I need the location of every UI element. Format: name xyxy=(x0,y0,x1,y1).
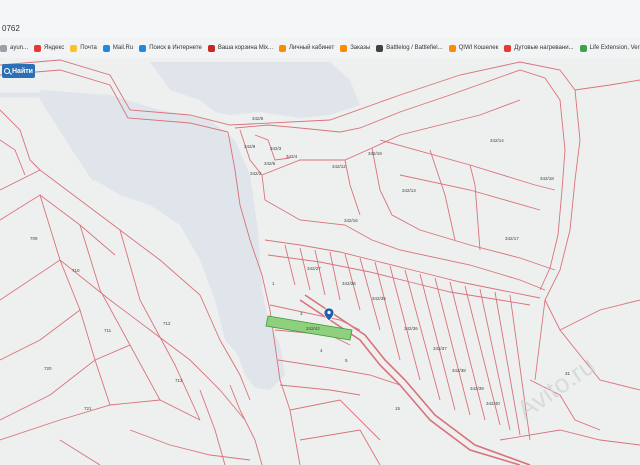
plot-label: 342/27 xyxy=(307,266,321,271)
plot-label: 710 xyxy=(72,268,80,273)
plot-label: 713 xyxy=(175,378,183,383)
plot-label: 5 xyxy=(345,358,348,363)
location-pin-icon[interactable] xyxy=(323,307,335,322)
plot-label: 342/4 xyxy=(286,154,298,159)
plot-label: 711 xyxy=(104,328,112,333)
plot-label: 342/40 xyxy=(486,401,500,406)
plot-label: 342/14 xyxy=(490,138,504,143)
plot-label: 721 xyxy=(84,406,92,411)
plot-label: 342/3 xyxy=(270,146,282,151)
bookmark-item[interactable]: Дутовые нагревани... xyxy=(504,44,574,52)
plot-label: 720 xyxy=(44,366,52,371)
account-icon xyxy=(279,44,287,52)
plot-label: 709 xyxy=(30,236,38,241)
search-icon xyxy=(4,68,10,74)
plot-label: 342/5 xyxy=(252,116,264,121)
bookmark-label: ayun... xyxy=(10,45,29,51)
battlelog-icon xyxy=(376,44,384,52)
screen: 0762 ayun... Яндекс Почта Mail.Ru Поиск в Ин… xyxy=(0,0,640,465)
bookmark-label: Mail.Ru xyxy=(112,45,134,51)
bookmark-label: Battlelog / Battlefiel... xyxy=(386,45,443,51)
find-button-label: Найти xyxy=(12,67,33,75)
plot-label: 342/18 xyxy=(540,176,554,181)
browser-address-bar[interactable]: 0762 xyxy=(0,0,640,39)
bookmark-label: Почта xyxy=(80,45,97,51)
plot-label: 342/38 xyxy=(452,368,466,373)
bookmark-label: Дутовые нагревани... xyxy=(514,45,574,51)
plot-label: 342/36 xyxy=(404,326,418,331)
plot-label: 342/9 xyxy=(244,144,256,149)
orders-icon xyxy=(340,44,348,52)
bookmark-item[interactable]: Ваша корзина Mix... xyxy=(207,44,274,52)
youtube-icon xyxy=(504,44,512,52)
highlighted-plot-label: 342/42 xyxy=(306,326,320,331)
plot-label: 1 xyxy=(272,281,275,286)
yandex-icon xyxy=(34,44,42,52)
plot-label: 342/19 xyxy=(368,151,382,156)
bookmark-item[interactable]: Battlelog / Battlefiel... xyxy=(376,44,443,52)
bookmark-label: Поиск в Интернете xyxy=(149,45,202,51)
plot-label: 712 xyxy=(163,321,171,326)
lake-water-north xyxy=(150,62,360,118)
bookmark-item[interactable]: QIWI Кошелек xyxy=(448,44,499,52)
qiwi-icon xyxy=(448,44,456,52)
bookmarks-bar: ayun... Яндекс Почта Mail.Ru Поиск в Интерне… xyxy=(0,38,640,59)
plot-label: 342/26 xyxy=(342,281,356,286)
bookmark-label: Яндекс xyxy=(44,45,65,51)
plot-label: 342/17 xyxy=(505,236,519,241)
bookmark-label: Заказы xyxy=(350,45,371,51)
plot-label: 342/16 xyxy=(344,218,358,223)
plot-label: 342/12 xyxy=(332,164,346,169)
bookmark-item[interactable]: Поиск в Интернете xyxy=(139,44,202,52)
mailru-icon xyxy=(102,44,110,52)
page-icon xyxy=(0,44,7,52)
bookmark-item[interactable]: Mail.Ru xyxy=(102,44,134,52)
plot-label: 342/6 xyxy=(264,161,276,166)
plot-label: 342/35 xyxy=(372,296,386,301)
bookmark-item[interactable]: ayun... xyxy=(0,44,29,52)
bookmark-item[interactable]: Яндекс xyxy=(34,44,65,52)
map-canvas[interactable]: 342/42 342/14 342/13 342/12 342/16 342/17 342… xyxy=(0,58,640,465)
cadastral-map[interactable]: 342/42 342/14 342/13 342/12 342/16 342/17 342… xyxy=(0,58,640,465)
plot-label: 342/2 xyxy=(250,171,262,176)
bookmark-item[interactable]: Заказы xyxy=(340,44,371,52)
plot-label: 342/39 xyxy=(470,386,484,391)
mail-icon xyxy=(70,44,78,52)
bookmark-label: QIWI Кошелек xyxy=(458,45,499,51)
find-button[interactable]: Найти xyxy=(2,64,35,78)
search-icon xyxy=(139,44,147,52)
lake-water xyxy=(40,90,285,390)
bookmark-item[interactable]: Life Extension, Vers... xyxy=(579,44,640,52)
url-text: 0762 xyxy=(2,24,20,33)
bookmark-label: Life Extension, Vers... xyxy=(589,45,640,51)
plot-label: 4 xyxy=(320,348,323,353)
plot-label: 342/13 xyxy=(402,188,416,193)
plot-label: 342/37 xyxy=(433,346,447,351)
bookmark-item[interactable]: Личный кабинет xyxy=(279,44,335,52)
plot-label: 15 xyxy=(395,406,401,411)
bookmark-item[interactable]: Почта xyxy=(70,44,97,52)
bookmark-label: Ваша корзина Mix... xyxy=(217,45,274,51)
map-watermark: Avito.ru xyxy=(511,350,600,425)
cart-icon xyxy=(207,44,215,52)
leaf-icon xyxy=(579,44,587,52)
bookmark-label: Личный кабинет xyxy=(289,45,335,51)
